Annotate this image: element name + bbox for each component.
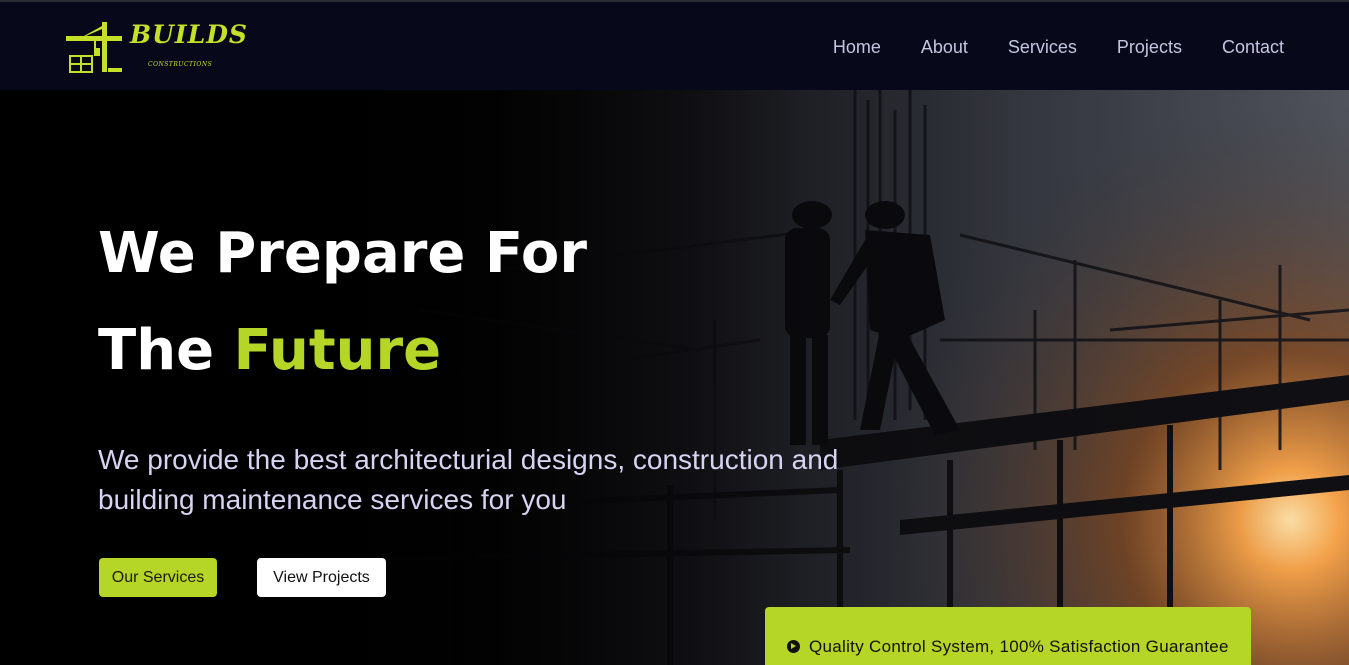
crane-icon: [66, 22, 122, 73]
nav-services[interactable]: Services: [1008, 37, 1077, 58]
nav-projects[interactable]: Projects: [1117, 37, 1182, 58]
play-circle-icon: [787, 640, 800, 653]
brand-tagline: CONSTRUCTIONS: [148, 61, 213, 68]
hero-title-line-1: We Prepare For: [98, 221, 587, 286]
hero-section: We Prepare For The Future We provide the…: [0, 90, 1349, 665]
main-nav: Home About Services Projects Contact: [833, 37, 1284, 58]
navbar: BUILDS CONSTRUCTIONS Home About Services…: [0, 0, 1349, 90]
hero-title-line-2: The Future: [98, 323, 441, 379]
nav-about[interactable]: About: [921, 37, 968, 58]
view-projects-button[interactable]: View Projects: [257, 558, 386, 597]
hero-title-accent: Future: [233, 318, 442, 383]
our-services-button[interactable]: Our Services: [99, 558, 217, 597]
hero-subtitle: We provide the best architecturial desig…: [98, 444, 839, 515]
quality-text: Quality Control System, 100% Satisfactio…: [809, 637, 1229, 656]
quality-banner: Quality Control System, 100% Satisfactio…: [765, 607, 1251, 665]
nav-home[interactable]: Home: [833, 37, 881, 58]
hero-title-prefix: The: [98, 318, 215, 383]
brand-logo[interactable]: BUILDS CONSTRUCTIONS: [64, 20, 247, 76]
nav-contact[interactable]: Contact: [1222, 37, 1284, 58]
brand-name: BUILDS: [130, 20, 248, 49]
